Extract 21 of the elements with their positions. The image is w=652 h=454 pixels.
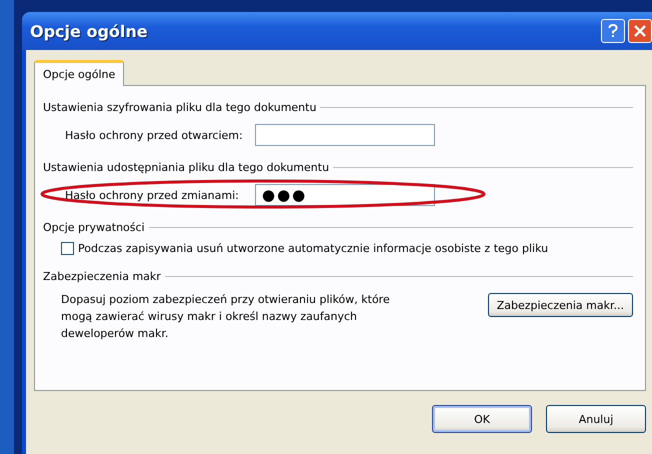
help-icon [608,24,618,38]
tab[interactable]: Opcje ogólne [34,60,124,86]
group-heading: Ustawienia udostępniania pliku dla tego dokumentu [43,160,330,174]
macro-description: Dopasuj poziom zabezpieczeń przy otwieraniu plików, które mogą zawierać wirusy makr i określ nazwy zaufanych deweloperów makr. [61,292,391,342]
password-value: ●●● [262,186,308,204]
field-label: Hasło ochrony przed otwarciem: [65,128,243,142]
dialog-button[interactable]: OK [432,405,532,433]
checkbox[interactable] [61,242,74,255]
window-title: Opcje ogólne [30,22,148,40]
field-label: Hasło ochrony przed zmianami: [65,188,239,202]
close-button[interactable] [628,19,652,43]
dialog-button[interactable]: Anuluj [546,405,646,433]
password-field[interactable] [255,124,435,146]
macro-security-button[interactable]: Zabezpieczenia makr... [488,293,633,317]
group-heading: Zabezpieczenia makr [43,270,161,282]
help-button[interactable] [601,19,625,43]
checkbox-label: Podczas zapisywania usuń utworzone automatycznie informacje osobiste z tego pliku [78,242,548,255]
close-icon [634,25,646,37]
group-heading: Opcje prywatności [43,220,145,234]
password-field[interactable]: ●●● [255,184,435,206]
group-heading: Ustawienia szyfrowania pliku dla tego dokumentu [43,100,316,114]
